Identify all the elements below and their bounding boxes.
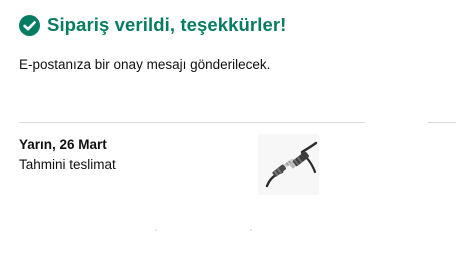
confirmation-header: Sipariş verildi, teşekkürler! — [19, 14, 286, 36]
delivery-label: Tahmini teslimat — [19, 157, 116, 172]
order-confirmation-page: Sipariş verildi, teşekkürler! E-postanız… — [0, 0, 456, 263]
decorative-dot — [155, 229, 157, 231]
decorative-dot — [250, 229, 252, 231]
confirmation-title: Sipariş verildi, teşekkürler! — [47, 14, 287, 35]
confirmation-subtitle: E-postanıza bir onay mesajı gönderilecek… — [19, 57, 271, 72]
section-divider-right — [428, 122, 456, 123]
delivery-date: Yarın, 26 Mart — [19, 137, 107, 152]
audio-extension-cable-image — [265, 141, 318, 188]
product-image[interactable] — [258, 134, 319, 195]
section-divider — [19, 122, 365, 123]
check-circle-icon — [19, 14, 40, 36]
